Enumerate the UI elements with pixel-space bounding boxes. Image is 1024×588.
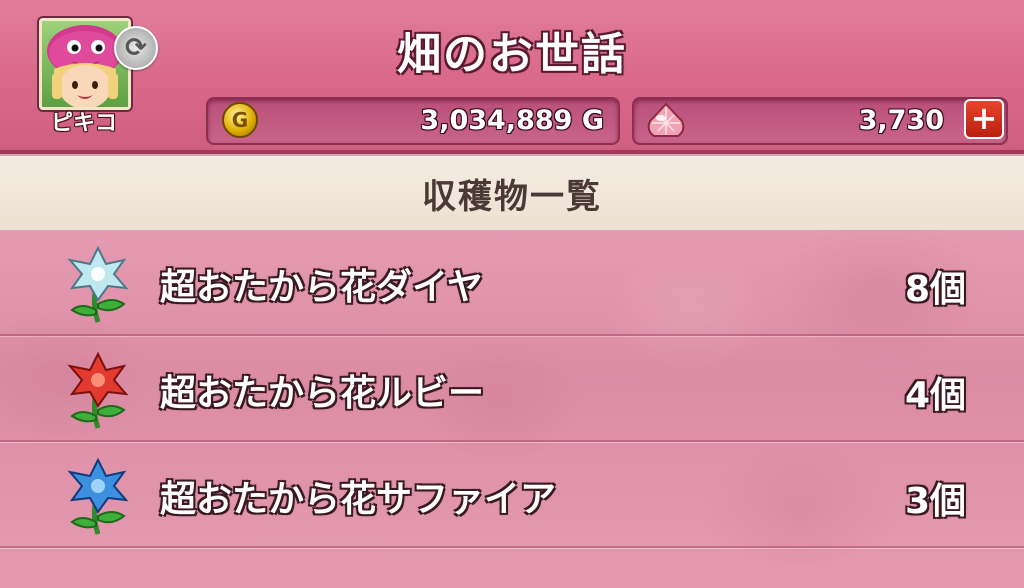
item-name: 超おたから花サファイア	[160, 479, 557, 520]
item-count: 8個	[904, 269, 966, 310]
section-title: 収穫物一覧	[422, 176, 602, 217]
gold-coin-icon: G	[222, 102, 258, 138]
item-count: 3個	[904, 481, 966, 522]
list-item[interactable]: 超おたから花サファイア 3個	[0, 442, 1024, 548]
add-gems-button[interactable]: +	[964, 99, 1004, 139]
gem-display: 3,730 +	[632, 97, 1008, 145]
ruby-flower-icon	[67, 351, 129, 429]
section-header: 収穫物一覧	[0, 154, 1024, 232]
item-name: 超おたから花ダイヤ	[160, 267, 483, 308]
gold-display: G 3,034,889 G	[206, 97, 620, 145]
harvest-list: 超おたから花ダイヤ 8個 超おたから花ルビー 4個 超おたから花サファイア 3個	[0, 230, 1024, 588]
header-bar: ⟳ ピキコ 畑のお世話 G 3,034,889 G 3,730 +	[0, 0, 1024, 160]
sapphire-flower-icon	[67, 457, 129, 535]
item-count: 4個	[904, 375, 966, 416]
gem-icon	[647, 102, 685, 137]
item-name: 超おたから花ルビー	[160, 373, 485, 414]
gem-amount: 3,730	[858, 105, 944, 136]
diamond-flower-icon	[67, 245, 129, 323]
page-title: 畑のお世話	[397, 29, 627, 80]
list-item[interactable]: 超おたから花ルビー 4個	[0, 336, 1024, 442]
character-name: ピキコ	[50, 111, 117, 136]
list-item[interactable]: 超おたから花ダイヤ 8個	[0, 230, 1024, 336]
gold-amount: 3,034,889 G	[420, 105, 604, 136]
